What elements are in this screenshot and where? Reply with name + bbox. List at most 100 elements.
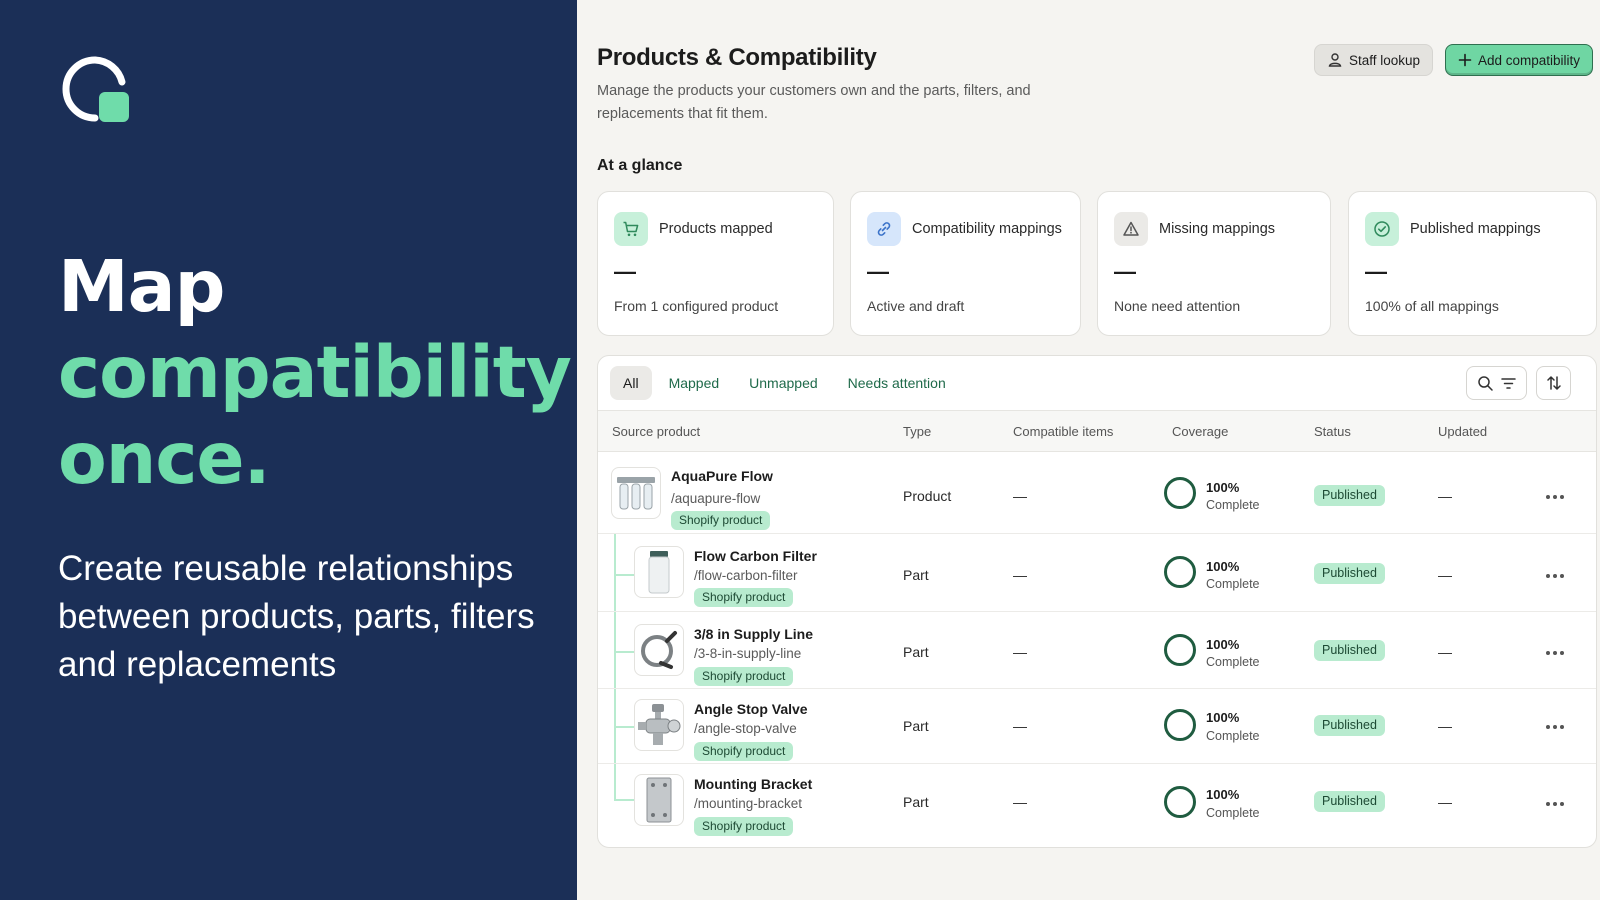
updated-value: — xyxy=(1438,488,1452,504)
product-name[interactable]: Angle Stop Valve xyxy=(694,701,808,717)
staff-lookup-button[interactable]: Staff lookup xyxy=(1314,44,1434,76)
add-compatibility-button[interactable]: Add compatibility xyxy=(1445,44,1594,76)
card-value: — xyxy=(1365,259,1387,284)
status-badge: Published xyxy=(1314,563,1385,584)
cartridge-thumbnail xyxy=(634,546,684,598)
coverage-label: Complete xyxy=(1206,655,1260,669)
coverage-label: Complete xyxy=(1206,577,1260,591)
product-type: Part xyxy=(903,718,929,734)
card-title: Published mappings xyxy=(1410,221,1541,237)
shopify-product-tag: Shopify product xyxy=(671,511,771,530)
status-badge: Published xyxy=(1314,640,1385,661)
search-filter-button[interactable] xyxy=(1466,366,1527,400)
product-handle: /3-8-in-supply-line xyxy=(694,646,802,661)
more-actions-icon[interactable] xyxy=(1542,566,1568,586)
more-actions-icon[interactable] xyxy=(1542,717,1568,737)
tab-all[interactable]: All xyxy=(610,366,652,400)
shopify-product-tag: Shopify product xyxy=(694,817,794,836)
card-subtext: From 1 configured product xyxy=(614,298,779,314)
filter-icon xyxy=(1500,377,1516,389)
table-row[interactable]: Mounting Bracket /mounting-bracket Shopi… xyxy=(598,764,1596,842)
updated-value: — xyxy=(1438,718,1452,734)
coverage-label: Complete xyxy=(1206,498,1260,512)
updated-value: — xyxy=(1438,794,1452,810)
bracket-thumbnail xyxy=(634,774,684,826)
more-actions-icon[interactable] xyxy=(1542,487,1568,507)
link-icon xyxy=(867,212,901,246)
cart-icon xyxy=(614,212,648,246)
hose-thumbnail xyxy=(634,624,684,676)
product-name[interactable]: Flow Carbon Filter xyxy=(694,548,817,564)
coverage-ring-icon xyxy=(1164,477,1196,509)
app-panel: Products & Compatibility Manage the prod… xyxy=(577,0,1600,900)
product-type: Product xyxy=(903,488,952,504)
updated-value: — xyxy=(1438,567,1452,583)
search-icon xyxy=(1477,375,1493,391)
compatible-items: — xyxy=(1013,567,1027,583)
sort-icon xyxy=(1546,376,1561,390)
sort-button[interactable] xyxy=(1536,366,1571,400)
headline-line-2: compatibility xyxy=(58,331,572,414)
product-handle: /flow-carbon-filter xyxy=(694,568,798,583)
card-products-mapped: Products mapped — From 1 configured prod… xyxy=(597,191,834,336)
coverage-ring-icon xyxy=(1164,709,1196,741)
headline-line-3: once. xyxy=(58,417,271,500)
card-value: — xyxy=(1114,259,1136,284)
tab-mapped[interactable]: Mapped xyxy=(656,366,733,400)
compatible-items: — xyxy=(1013,488,1027,504)
card-subtext: None need attention xyxy=(1114,298,1241,314)
hero-subline: Create reusable relationships between pr… xyxy=(58,549,535,684)
staff-lookup-label: Staff lookup xyxy=(1349,52,1421,68)
shopify-product-tag: Shopify product xyxy=(694,667,794,686)
brand-logo-icon xyxy=(62,56,129,122)
shopify-product-tag: Shopify product xyxy=(694,588,794,607)
column-status[interactable]: Status xyxy=(1314,424,1351,439)
at-a-glance-heading: At a glance xyxy=(597,157,683,174)
coverage-percent: 100% xyxy=(1206,480,1240,495)
more-actions-icon[interactable] xyxy=(1542,794,1568,814)
check-circle-icon xyxy=(1365,212,1399,246)
plus-icon xyxy=(1458,53,1472,67)
column-compatible-items[interactable]: Compatible items xyxy=(1013,424,1113,439)
coverage-label: Complete xyxy=(1206,806,1260,820)
table-row[interactable]: AquaPure Flow /aquapure-flow Shopify pro… xyxy=(598,452,1596,534)
column-updated[interactable]: Updated xyxy=(1438,424,1487,439)
card-title: Missing mappings xyxy=(1159,221,1276,237)
card-subtext: 100% of all mappings xyxy=(1365,298,1499,314)
card-title: Products mapped xyxy=(659,221,773,237)
tab-unmapped[interactable]: Unmapped xyxy=(736,366,831,400)
product-handle: /mounting-bracket xyxy=(694,796,803,811)
filter-tabs: All Mapped Unmapped Needs attention xyxy=(610,366,959,400)
card-title: Compatibility mappings xyxy=(912,221,1062,237)
tab-needs-attention[interactable]: Needs attention xyxy=(835,366,959,400)
summary-cards: Products mapped — From 1 configured prod… xyxy=(597,191,1597,336)
card-published-mappings: Published mappings — 100% of all mapping… xyxy=(1348,191,1597,336)
product-type: Part xyxy=(903,567,929,583)
table-row[interactable]: 3/8 in Supply Line /3-8-in-supply-line S… xyxy=(598,612,1596,689)
coverage-ring-icon xyxy=(1164,786,1196,818)
table-row[interactable]: Flow Carbon Filter /flow-carbon-filter S… xyxy=(598,534,1596,612)
card-value: — xyxy=(867,259,889,284)
coverage-percent: 100% xyxy=(1206,710,1240,725)
page-title: Products & Compatibility xyxy=(597,44,877,71)
compatible-items: — xyxy=(1013,644,1027,660)
product-name[interactable]: 3/8 in Supply Line xyxy=(694,626,813,642)
product-name[interactable]: AquaPure Flow xyxy=(671,468,773,484)
column-source-product[interactable]: Source product xyxy=(612,424,700,439)
product-name[interactable]: Mounting Bracket xyxy=(694,776,812,792)
status-badge: Published xyxy=(1314,715,1385,736)
filter-system-thumbnail xyxy=(611,467,661,519)
page-description: Manage the products your customers own a… xyxy=(597,83,1031,122)
compatible-items: — xyxy=(1013,794,1027,810)
updated-value: — xyxy=(1438,644,1452,660)
column-coverage[interactable]: Coverage xyxy=(1172,424,1228,439)
column-type[interactable]: Type xyxy=(903,424,931,439)
user-icon xyxy=(1328,53,1342,67)
card-compatibility-mappings: Compatibility mappings — Active and draf… xyxy=(850,191,1081,336)
card-subtext: Active and draft xyxy=(867,298,965,314)
table-row[interactable]: Angle Stop Valve /angle-stop-valve Shopi… xyxy=(598,689,1596,764)
coverage-percent: 100% xyxy=(1206,637,1240,652)
product-type: Part xyxy=(903,794,929,810)
more-actions-icon[interactable] xyxy=(1542,643,1568,663)
table-header: Source product Type Compatible items Cov… xyxy=(598,410,1596,452)
